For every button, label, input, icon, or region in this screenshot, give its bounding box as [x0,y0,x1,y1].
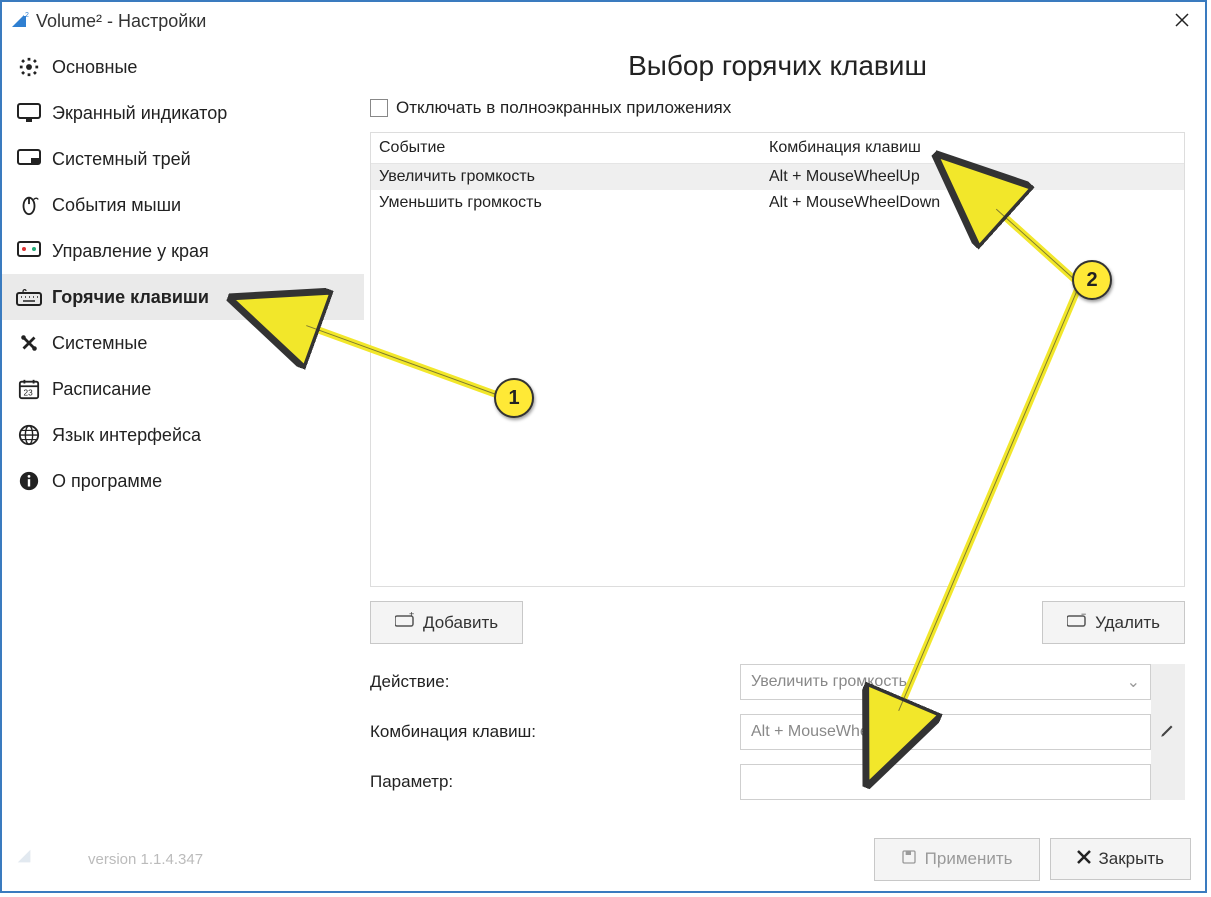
globe-icon [16,424,42,446]
header-event[interactable]: Событие [379,139,769,157]
svg-text:23: 23 [24,388,34,397]
svg-text:+: + [409,612,414,619]
sidebar-item-schedule[interactable]: 23 Расписание [2,366,364,412]
keyboard-minus-icon: − [1067,612,1087,633]
chevron-down-icon: ⌄ [1127,672,1140,692]
sidebar-item-label: Экранный индикатор [52,103,227,124]
param-label: Параметр: [370,772,740,792]
apply-button-label: Применить [925,849,1013,869]
sidebar-item-label: О программе [52,471,162,492]
sidebar-item-edge[interactable]: Управление у края [2,228,364,274]
monitor-icon [16,102,42,124]
window-title: Volume² - Настройки [36,11,206,32]
edge-icon [16,240,42,262]
disable-fullscreen-row[interactable]: Отключать в полноэкранных приложениях [370,98,1185,118]
action-label: Действие: [370,672,740,692]
table-header: Событие Комбинация клавиш [371,133,1184,164]
close-button[interactable] [1167,9,1197,34]
sidebar-item-osd[interactable]: Экранный индикатор [2,90,364,136]
table-row[interactable]: Увеличить громкость Alt + MouseWheelUp [371,164,1184,190]
sidebar-item-hotkeys[interactable]: Горячие клавиши [2,274,364,320]
sidebar-item-label: Язык интерфейса [52,425,201,446]
app-icon: 2 [10,11,30,31]
sidebar-item-language[interactable]: Язык интерфейса [2,412,364,458]
keyboard-plus-icon: + [395,612,415,633]
page-title: Выбор горячих клавиш [370,50,1185,82]
close-button-footer[interactable]: Закрыть [1050,838,1191,880]
header-combo[interactable]: Комбинация клавиш [769,139,1176,157]
sidebar: Основные Экранный индикатор Системный тр… [2,40,364,827]
sidebar-item-label: Системный трей [52,149,191,170]
combo-input[interactable] [740,714,1151,750]
sidebar-item-label: Управление у края [52,241,209,262]
sidebar-item-label: Горячие клавиши [52,287,209,308]
close-icon [1077,849,1091,869]
svg-text:2: 2 [25,12,29,19]
close-button-label: Закрыть [1099,849,1164,869]
disable-fullscreen-label: Отключать в полноэкранных приложениях [396,98,731,118]
tray-icon [16,148,42,170]
save-icon [901,849,917,870]
sidebar-item-tray[interactable]: Системный трей [2,136,364,182]
sidebar-item-label: Расписание [52,379,151,400]
sidebar-item-system[interactable]: Системные [2,320,364,366]
keyboard-icon [16,286,42,308]
add-button-label: Добавить [423,613,498,633]
sidebar-item-label: События мыши [52,195,181,216]
mouse-icon [16,194,42,216]
calendar-icon: 23 [16,378,42,400]
add-button[interactable]: + Добавить [370,601,523,644]
gear-icon [16,56,42,78]
info-icon [16,470,42,492]
delete-button-label: Удалить [1095,613,1160,633]
action-select[interactable]: Увеличить громкость ⌄ [740,664,1151,700]
combo-label: Комбинация клавиш: [370,722,740,742]
sidebar-item-about[interactable]: О программе [2,458,364,504]
param-input[interactable] [740,764,1151,800]
sidebar-item-label: Основные [52,57,137,78]
action-select-value: Увеличить громкость [751,673,907,691]
version-label: version 1.1.4.347 [88,851,203,868]
sidebar-item-main[interactable]: Основные [2,44,364,90]
cell-combo: Alt + MouseWheelDown [769,194,1176,212]
cell-combo: Alt + MouseWheelUp [769,168,1176,186]
apply-button[interactable]: Применить [874,838,1040,881]
checkbox-icon[interactable] [370,99,388,117]
cell-event: Уменьшить громкость [379,194,769,212]
delete-button[interactable]: − Удалить [1042,601,1185,644]
edit-button[interactable] [1151,664,1185,800]
tools-icon [16,332,42,354]
pencil-icon [1159,721,1177,744]
hotkeys-table: Событие Комбинация клавиш Увеличить гром… [370,132,1185,587]
table-row[interactable]: Уменьшить громкость Alt + MouseWheelDown [371,190,1184,216]
cell-event: Увеличить громкость [379,168,769,186]
app-corner-icon [16,848,34,870]
sidebar-item-mouse[interactable]: События мыши [2,182,364,228]
sidebar-item-label: Системные [52,333,147,354]
svg-text:−: − [1081,612,1086,619]
